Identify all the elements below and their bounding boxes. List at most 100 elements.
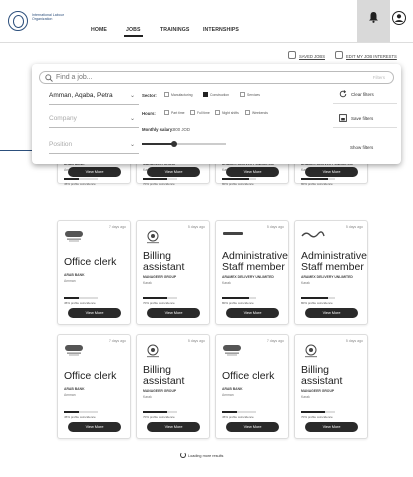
sector-construction-checkbox[interactable]: [203, 92, 208, 97]
match-text: 45% profile coincidence: [64, 301, 96, 305]
match-text: 80% profile coincidence: [222, 301, 254, 305]
view-more-button[interactable]: View More: [305, 422, 358, 432]
nav-trainings[interactable]: TRAININGS: [160, 27, 189, 33]
ilo-logo[interactable]: International Labour Organization: [8, 9, 66, 33]
match-text: 70% profile coincidence: [301, 415, 333, 419]
match-text: 70% profile coincidence: [143, 182, 175, 186]
match-bar: [222, 411, 256, 413]
view-more-button[interactable]: View More: [147, 167, 200, 177]
arab-bank-logo: [223, 345, 241, 356]
job-location: Amman: [64, 279, 76, 283]
sector-manufacturing-checkbox[interactable]: [164, 92, 169, 97]
aramex-logo: [222, 231, 246, 236]
hours-night-shifts-checkbox[interactable]: [215, 110, 220, 115]
job-company: ARAB BANK: [222, 387, 243, 391]
view-more-button[interactable]: View More: [305, 167, 358, 177]
job-card[interactable]: 5 days ago Billing assistant MANAGEER GR…: [136, 220, 210, 325]
globe-icon: [8, 11, 28, 31]
job-location: Amman: [64, 393, 76, 397]
view-more-button[interactable]: View More: [147, 308, 200, 318]
hours-weekends-checkbox[interactable]: [245, 110, 250, 115]
nav-internships[interactable]: INTERNSHIPS: [203, 27, 239, 33]
location-value: Amman, Aqaba, Petra: [49, 92, 113, 99]
job-card[interactable]: 5 days ago Administrative Staff member A…: [215, 220, 289, 325]
salary-value: 800 JOD: [173, 127, 190, 132]
match-text: 80% profile coincidence: [222, 182, 254, 186]
job-company: ARAMEX DELIVERY UNLIMITED: [301, 275, 353, 279]
save-filters-button[interactable]: Save filters: [333, 110, 397, 128]
match-bar-fill: [143, 297, 167, 299]
job-card[interactable]: 5 days ago Billing assistant MANAGEER GR…: [136, 334, 210, 439]
posted-time: 5 days ago: [266, 225, 284, 229]
slider-handle[interactable]: [170, 140, 177, 147]
match-bar: [64, 297, 98, 299]
job-title: Office clerk: [222, 370, 275, 382]
account-button[interactable]: [392, 11, 406, 30]
job-card[interactable]: 7 days ago Office clerk ARAB BANK Amman …: [57, 220, 131, 325]
hours-full-time-label: Full time: [197, 111, 210, 115]
edit-job-interests-link[interactable]: EDIT MY JOB INTERESTS: [346, 54, 397, 59]
search-filter-panel: Find a job... Filters Amman, Aqaba, Petr…: [32, 64, 401, 164]
match-bar: [64, 411, 98, 413]
job-card[interactable]: 7 days ago Office clerk ARAB BANK Amman …: [215, 334, 289, 439]
view-more-button[interactable]: View More: [226, 422, 279, 432]
job-company: MANAGEER GROUP: [143, 275, 177, 279]
match-bar-fill: [64, 297, 80, 299]
view-more-button[interactable]: View More: [68, 308, 121, 318]
show-filters-button[interactable]: Show filters: [333, 139, 397, 156]
arab-bank-logo: [65, 231, 83, 242]
nav-home[interactable]: HOME: [91, 27, 107, 33]
match-bar: [301, 297, 335, 299]
match-bar-fill: [64, 411, 80, 413]
view-more-button[interactable]: View More: [68, 422, 121, 432]
match-bar: [222, 178, 256, 180]
posted-time: 5 days ago: [345, 225, 363, 229]
posted-time: 5 days ago: [187, 225, 205, 229]
filters-toggle[interactable]: Filters: [373, 75, 385, 80]
salary-slider[interactable]: [142, 140, 226, 147]
search-input[interactable]: Find a job... Filters: [39, 71, 394, 84]
view-more-button[interactable]: View More: [226, 308, 279, 318]
match-bar: [143, 178, 177, 180]
bell-icon: [369, 12, 378, 23]
view-more-button[interactable]: View More: [147, 422, 200, 432]
nav-jobs[interactable]: JOBS: [124, 27, 143, 37]
sector-services-checkbox[interactable]: [240, 92, 245, 97]
save-filters-label: Save filters: [351, 116, 374, 121]
job-title: Billing assistant: [143, 250, 185, 273]
job-location: Karak: [301, 281, 310, 285]
match-bar-fill: [222, 178, 250, 180]
view-more-button[interactable]: View More: [68, 167, 121, 177]
match-text: 45% profile coincidence: [64, 415, 96, 419]
save-icon: [339, 114, 347, 122]
company-select[interactable]: Company ⌄: [49, 113, 139, 128]
position-select[interactable]: Position ⌄: [49, 139, 139, 154]
job-location: Karak: [301, 395, 310, 399]
notifications-button[interactable]: [357, 0, 390, 42]
view-more-button[interactable]: View More: [305, 308, 358, 318]
clear-filters-button[interactable]: Clear filters: [333, 86, 397, 104]
view-more-button[interactable]: View More: [226, 167, 279, 177]
arab-bank-logo: [65, 345, 83, 356]
manageer-logo: [147, 344, 159, 358]
match-text: 80% profile coincidence: [301, 182, 333, 186]
job-card[interactable]: 7 days ago Office clerk ARAB BANK Amman …: [57, 334, 131, 439]
match-text: 80% profile coincidence: [301, 301, 333, 305]
job-location: Karak: [143, 395, 152, 399]
hours-full-time-checkbox[interactable]: [190, 110, 195, 115]
match-bar-fill: [222, 411, 238, 413]
job-card[interactable]: 5 days ago Billing assistant MANAGEER GR…: [294, 334, 368, 439]
hours-label: Hours:: [142, 111, 156, 116]
refresh-icon: [339, 90, 347, 98]
location-select[interactable]: Amman, Aqaba, Petra ⌄: [49, 90, 139, 105]
match-text: 45% profile coincidence: [64, 182, 96, 186]
posted-time: 7 days ago: [266, 339, 284, 343]
manageer-logo: [147, 230, 159, 244]
match-bar: [143, 297, 177, 299]
saved-jobs-link[interactable]: SAVED JOBS: [299, 54, 325, 59]
hours-part-time-checkbox[interactable]: [164, 110, 169, 115]
job-title: Office clerk: [64, 256, 117, 268]
job-card[interactable]: 5 days ago Administrative Staff member A…: [294, 220, 368, 325]
job-company: MANAGEER GROUP: [301, 389, 335, 393]
match-bar: [64, 178, 98, 180]
